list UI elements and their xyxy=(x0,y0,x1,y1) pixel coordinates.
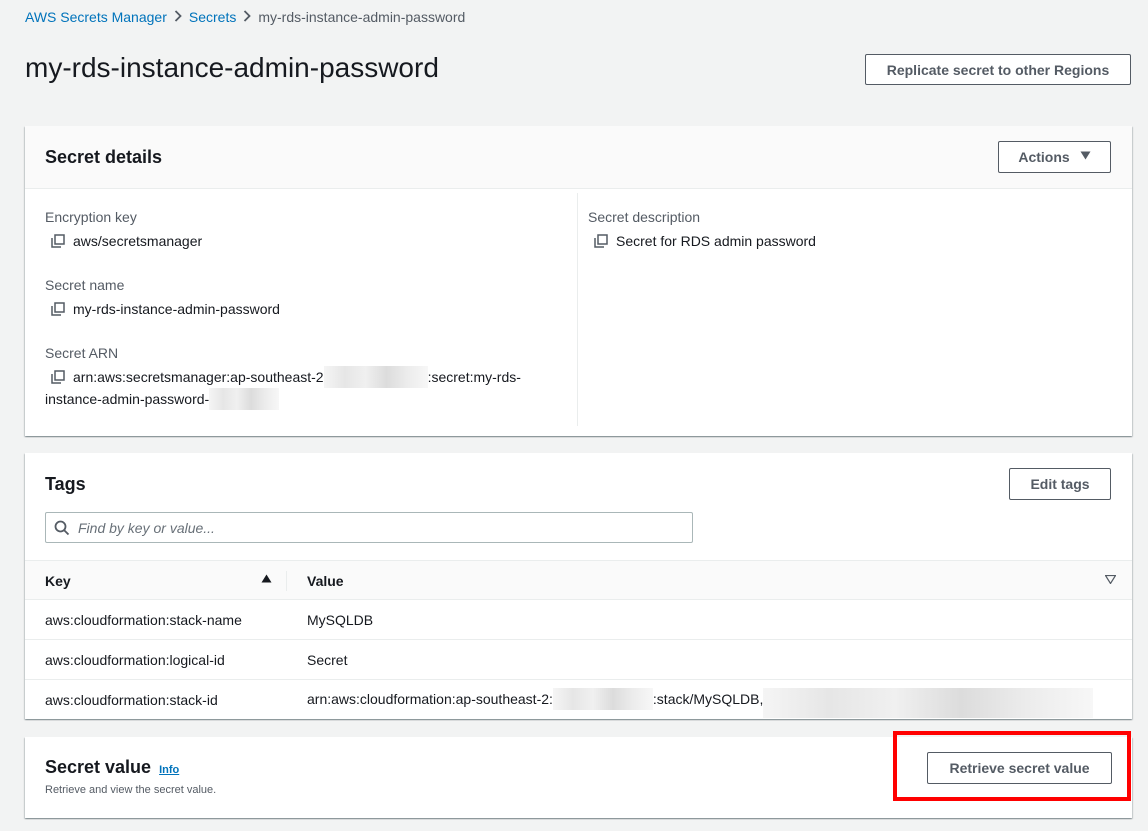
sort-descending-icon[interactable] xyxy=(1104,574,1117,587)
chevron-right-icon xyxy=(167,9,189,25)
secret-arn-label: Secret ARN xyxy=(45,345,119,361)
encryption-key-value: aws/secretsmanager xyxy=(51,230,202,252)
secret-value-title: Secret value Info xyxy=(45,757,179,778)
secret-name-text: my-rds-instance-admin-password xyxy=(73,301,280,317)
secret-name-value: my-rds-instance-admin-password xyxy=(51,298,280,320)
caret-down-icon xyxy=(1080,151,1091,163)
tag-value: MySQLDB xyxy=(307,612,374,628)
retrieve-secret-value-button[interactable]: Retrieve secret value xyxy=(927,752,1112,784)
sort-ascending-icon[interactable] xyxy=(261,574,272,586)
secret-arn-text-3: instance-admin-password- xyxy=(45,391,210,407)
column-divider xyxy=(577,193,578,426)
tag-value: arn:aws:cloudformation:ap-southeast-2: :s… xyxy=(307,688,1094,718)
tag-search-input[interactable] xyxy=(78,519,658,536)
panel-header: Secret details Actions xyxy=(25,126,1132,189)
replicate-secret-button[interactable]: Replicate secret to other Regions xyxy=(865,54,1131,85)
tags-title: Tags xyxy=(45,474,86,494)
info-link[interactable]: Info xyxy=(159,764,179,776)
column-header-key[interactable]: Key xyxy=(45,573,71,589)
copy-icon[interactable] xyxy=(51,302,65,316)
tags-table-header: Key Value xyxy=(25,560,1132,600)
secret-arn-text-1: arn:aws:secretsmanager:ap-southeast-2 xyxy=(73,369,324,385)
tag-search-box[interactable] xyxy=(45,512,693,543)
encryption-key-text: aws/secretsmanager xyxy=(73,233,203,249)
secret-value-description: Retrieve and view the secret value. xyxy=(45,784,217,796)
column-divider xyxy=(286,571,287,591)
encryption-key-label: Encryption key xyxy=(45,209,137,225)
secret-details-panel: Secret details Actions Encryption key aw… xyxy=(25,126,1132,436)
tag-key: aws:cloudformation:stack-name xyxy=(45,612,242,628)
page-title: my-rds-instance-admin-password xyxy=(25,52,439,83)
tag-value: Secret xyxy=(307,652,348,668)
actions-label: Actions xyxy=(1018,149,1070,165)
copy-icon[interactable] xyxy=(51,370,65,384)
secret-value-panel: Secret value Info Retrieve and view the s… xyxy=(25,737,1132,818)
stack-id-text-1: arn:aws:cloudformation:ap-southeast-2: xyxy=(307,691,553,707)
secret-description-value: Secret for RDS admin password xyxy=(594,230,816,252)
copy-icon[interactable] xyxy=(51,234,65,248)
secret-description-text: Secret for RDS admin password xyxy=(616,233,816,249)
column-header-value[interactable]: Value xyxy=(307,573,344,589)
table-row: aws:cloudformation:stack-id arn:aws:clou… xyxy=(25,680,1132,720)
secret-arn-text-2: :secret:my-rds- xyxy=(427,369,521,385)
breadcrumb-current: my-rds-instance-admin-password xyxy=(258,9,466,25)
actions-button[interactable]: Actions xyxy=(998,141,1111,173)
secret-arn-value-line2: instance-admin-password- xyxy=(45,388,280,410)
tag-key: aws:cloudformation:logical-id xyxy=(45,652,225,668)
table-row: aws:cloudformation:logical-id Secret xyxy=(25,640,1132,680)
secret-arn-value: arn:aws:secretsmanager:ap-southeast-2 :se… xyxy=(51,366,521,388)
redacted-suffix xyxy=(209,388,280,410)
redacted-account-id xyxy=(552,688,653,710)
panel-title: Secret details xyxy=(45,147,163,167)
edit-tags-button[interactable]: Edit tags xyxy=(1009,468,1111,500)
search-icon xyxy=(54,520,70,535)
breadcrumb-secrets[interactable]: Secrets xyxy=(189,9,236,25)
tags-panel: Tags Edit tags Key Value aws:cloudformat… xyxy=(25,453,1132,719)
secret-name-label: Secret name xyxy=(45,277,125,293)
breadcrumb: AWS Secrets Manager Secrets my-rds-insta… xyxy=(25,9,465,25)
secret-value-title-text: Secret value xyxy=(45,757,152,777)
chevron-right-icon xyxy=(236,9,258,25)
breadcrumb-secrets-manager[interactable]: AWS Secrets Manager xyxy=(25,9,167,25)
stack-id-text-2: :stack/MySQLDB, xyxy=(652,691,764,707)
secret-description-label: Secret description xyxy=(588,209,701,225)
tag-key: aws:cloudformation:stack-id xyxy=(45,692,218,708)
copy-icon[interactable] xyxy=(594,234,608,248)
redacted-stack-uuid xyxy=(763,688,1094,718)
redacted-account-id xyxy=(323,366,428,388)
table-row: aws:cloudformation:stack-name MySQLDB xyxy=(25,600,1132,640)
